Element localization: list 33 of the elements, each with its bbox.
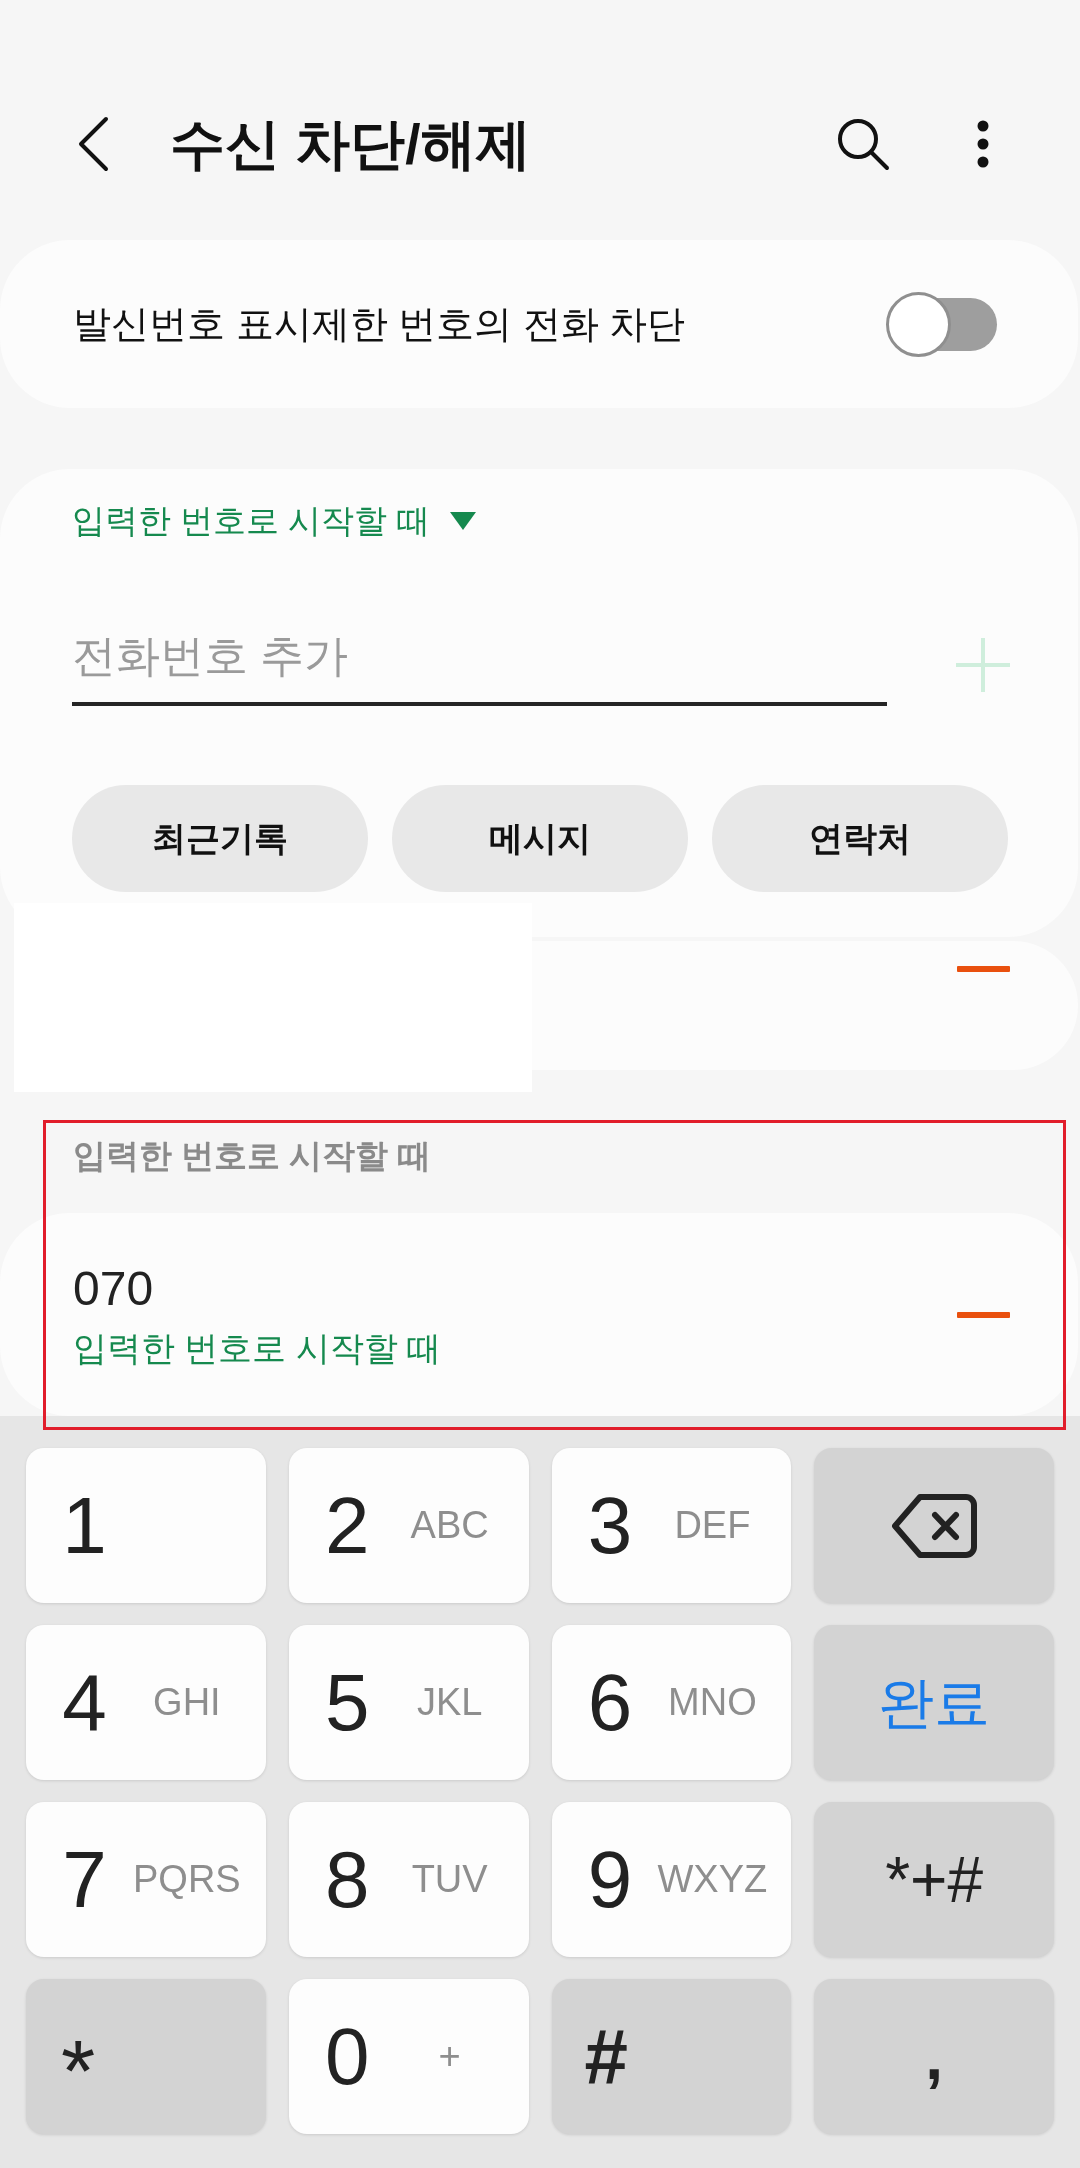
screen-title: 수신 차단/해제 (170, 112, 531, 176)
blocked-number: 070 (73, 1260, 154, 1317)
phone-number-field[interactable]: 전화번호 추가 (72, 610, 887, 706)
section-header: 입력한 번호로 시작할 때 (73, 1136, 431, 1176)
more-options-icon[interactable] (977, 120, 989, 168)
dial-key[interactable]: 8 TUV (288, 1802, 529, 1957)
dial-key[interactable]: *+# (814, 1802, 1054, 1957)
dial-key[interactable]: , (814, 1979, 1054, 2134)
dial-key[interactable]: 0 + (288, 1979, 529, 2134)
back-icon[interactable] (77, 116, 109, 172)
dial-key[interactable]: 5 JKL (288, 1625, 529, 1780)
search-icon[interactable] (836, 117, 890, 171)
match-mode-dropdown[interactable]: 입력한 번호로 시작할 때 (72, 499, 476, 543)
dial-key[interactable]: # (551, 1979, 792, 2134)
source-button[interactable]: 연락처 (712, 785, 1008, 892)
blocked-number-card[interactable]: 070 입력한 번호로 시작할 때 (0, 1213, 1078, 1416)
dial-key[interactable]: * (26, 1979, 266, 2134)
match-mode-label: 입력한 번호로 시작할 때 (73, 1327, 442, 1369)
dial-key[interactable]: 1 (26, 1448, 266, 1603)
toggle-switch[interactable] (886, 291, 997, 357)
dial-key[interactable]: 7 PQRS (26, 1802, 266, 1957)
dial-key[interactable]: 3 DEF (551, 1448, 792, 1603)
dial-key[interactable]: 4 GHI (26, 1625, 266, 1780)
remove-icon[interactable] (957, 1311, 1010, 1318)
backspace-icon (890, 1492, 979, 1559)
dial-key[interactable]: 9 WXYZ (551, 1802, 792, 1957)
source-button[interactable]: 최근기록 (72, 785, 368, 892)
backspace-key[interactable] (814, 1448, 1054, 1603)
source-button[interactable]: 메시지 (392, 785, 688, 892)
dial-key[interactable]: 6 MNO (551, 1625, 792, 1780)
setting-label: 발신번호 표시제한 번호의 전화 차단 (73, 301, 686, 347)
dial-key[interactable]: 2 ABC (288, 1448, 529, 1603)
caret-icon (449, 512, 476, 530)
